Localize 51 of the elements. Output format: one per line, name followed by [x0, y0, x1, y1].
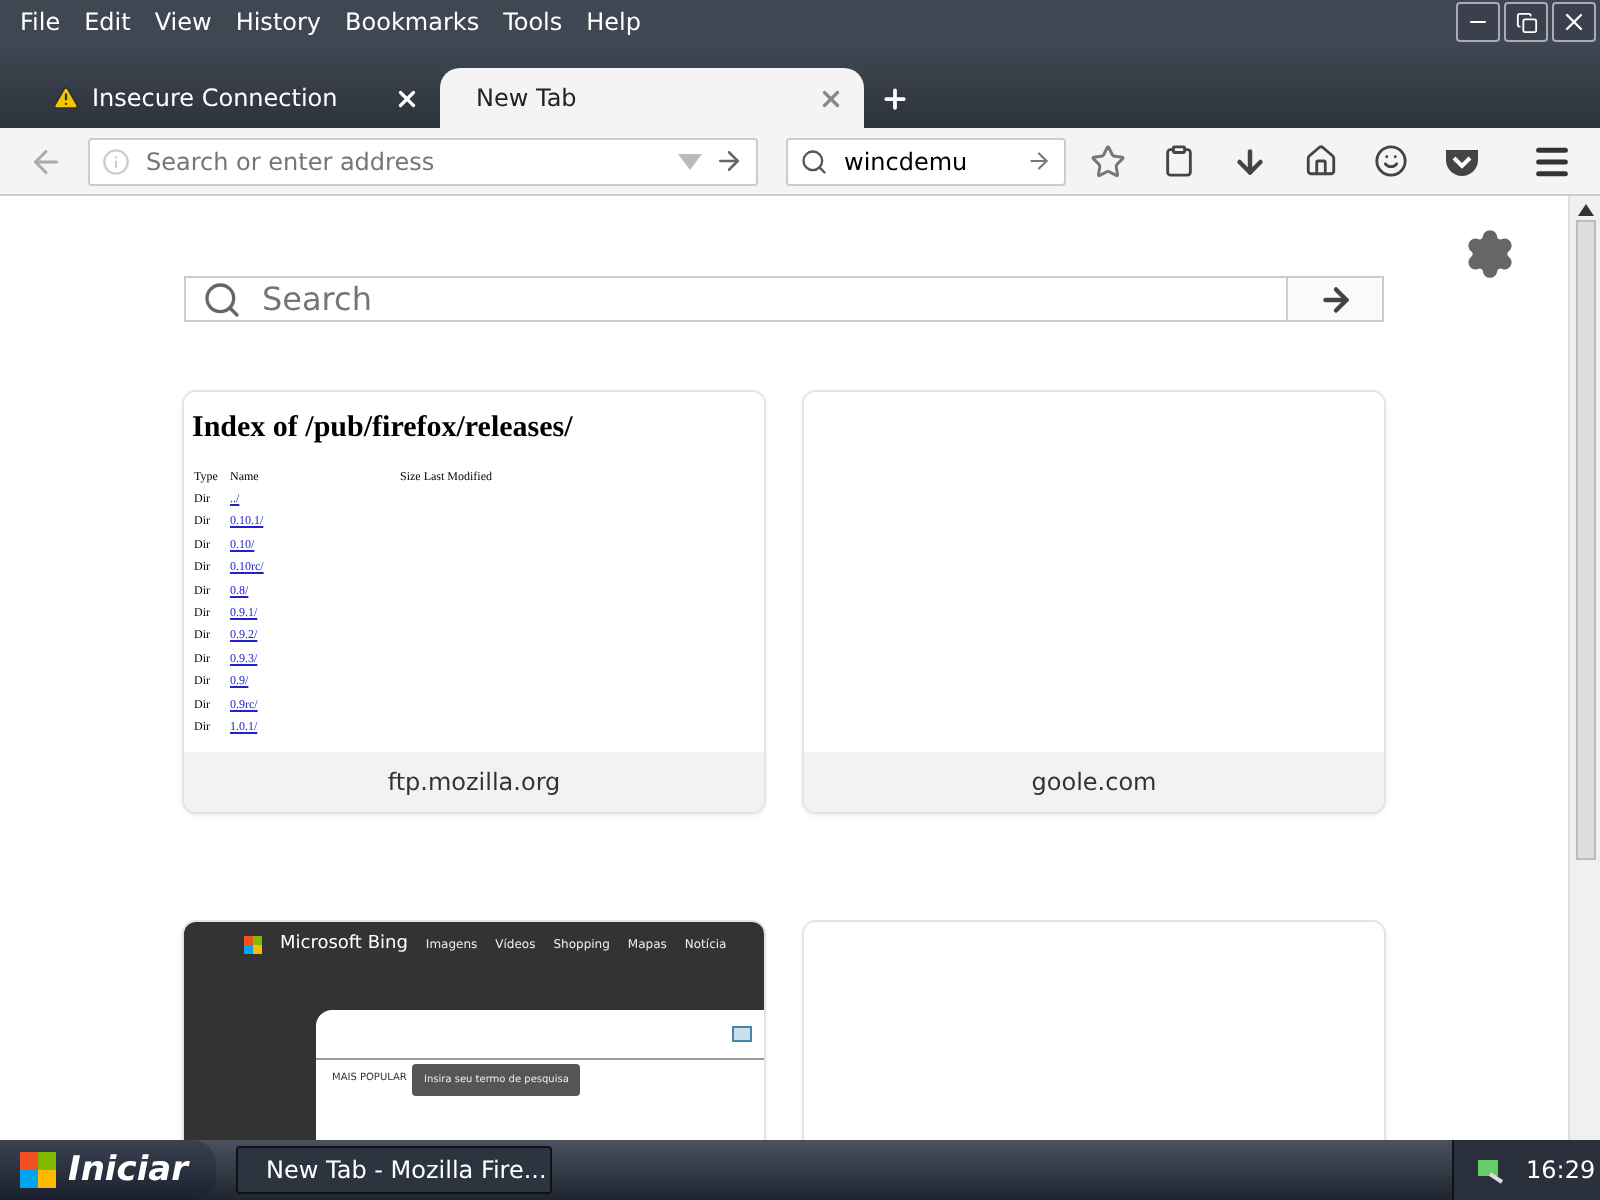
tile-label: goole.com [804, 752, 1384, 812]
start-button[interactable]: Iniciar [0, 1140, 217, 1200]
restore-icon [1515, 11, 1537, 33]
go-icon[interactable] [1026, 148, 1052, 174]
home-icon [1304, 144, 1338, 178]
windows-logo-icon [20, 1152, 56, 1188]
address-field[interactable]: Search or enter address [88, 137, 758, 185]
query-field[interactable]: wincdemu [786, 137, 1066, 185]
address-input[interactable]: Search or enter address [142, 145, 666, 177]
close-button[interactable] [1552, 2, 1596, 42]
settings-icon[interactable] [1464, 228, 1516, 280]
pocket-icon [1444, 145, 1480, 177]
query-input[interactable]: wincdemu [840, 145, 1014, 177]
logo-icon [244, 935, 262, 953]
menu-item[interactable]: Tools [491, 8, 575, 36]
arrow-icon [1317, 281, 1353, 317]
scroll-thumb[interactable] [1575, 220, 1595, 860]
site-tile[interactable]: goole.com [804, 392, 1384, 812]
tab-close-icon[interactable] [394, 85, 420, 111]
star-icon [1090, 143, 1126, 179]
scroll-up-icon[interactable] [1577, 204, 1593, 216]
menu-item[interactable]: Edit [72, 8, 143, 36]
scrollbar[interactable] [1568, 196, 1600, 1140]
search-icon [800, 147, 828, 175]
keyboard-icon [732, 1026, 752, 1042]
tab-label: Insecure Connection [92, 84, 340, 112]
menu-item[interactable]: Help [574, 8, 653, 36]
smiley-icon [1374, 144, 1408, 178]
tab-label: New Tab [476, 84, 579, 112]
search-icon [202, 279, 242, 319]
download-icon [1232, 143, 1268, 179]
taskbar-button[interactable]: New Tab - Mozilla Fire... [236, 1146, 553, 1194]
listing-title: Index of /pub/firefox/releases/ [190, 410, 575, 448]
go-icon[interactable] [714, 146, 744, 176]
browser-tab[interactable]: Insecure Connection [16, 68, 440, 128]
close-icon [1560, 8, 1588, 36]
minimize-button[interactable] [1456, 2, 1500, 42]
tile-label: ftp.mozilla.org [184, 752, 764, 812]
search-go-button[interactable] [1286, 278, 1382, 320]
plus-icon [880, 83, 910, 113]
restore-button[interactable] [1504, 2, 1548, 42]
network-icon[interactable] [1474, 1154, 1506, 1186]
clipboard-icon [1162, 144, 1196, 178]
clock: 16:29 [1526, 1156, 1596, 1184]
page-search-field[interactable]: Search [184, 276, 1384, 322]
menu-item[interactable]: History [223, 8, 334, 36]
menu-item[interactable]: Bookmarks [333, 8, 492, 36]
browser-tab[interactable]: New Tab [440, 68, 864, 128]
brand-name: Microsoft Bing [280, 934, 408, 954]
menu-item[interactable]: File [8, 8, 73, 36]
menu-item[interactable]: View [142, 8, 224, 36]
